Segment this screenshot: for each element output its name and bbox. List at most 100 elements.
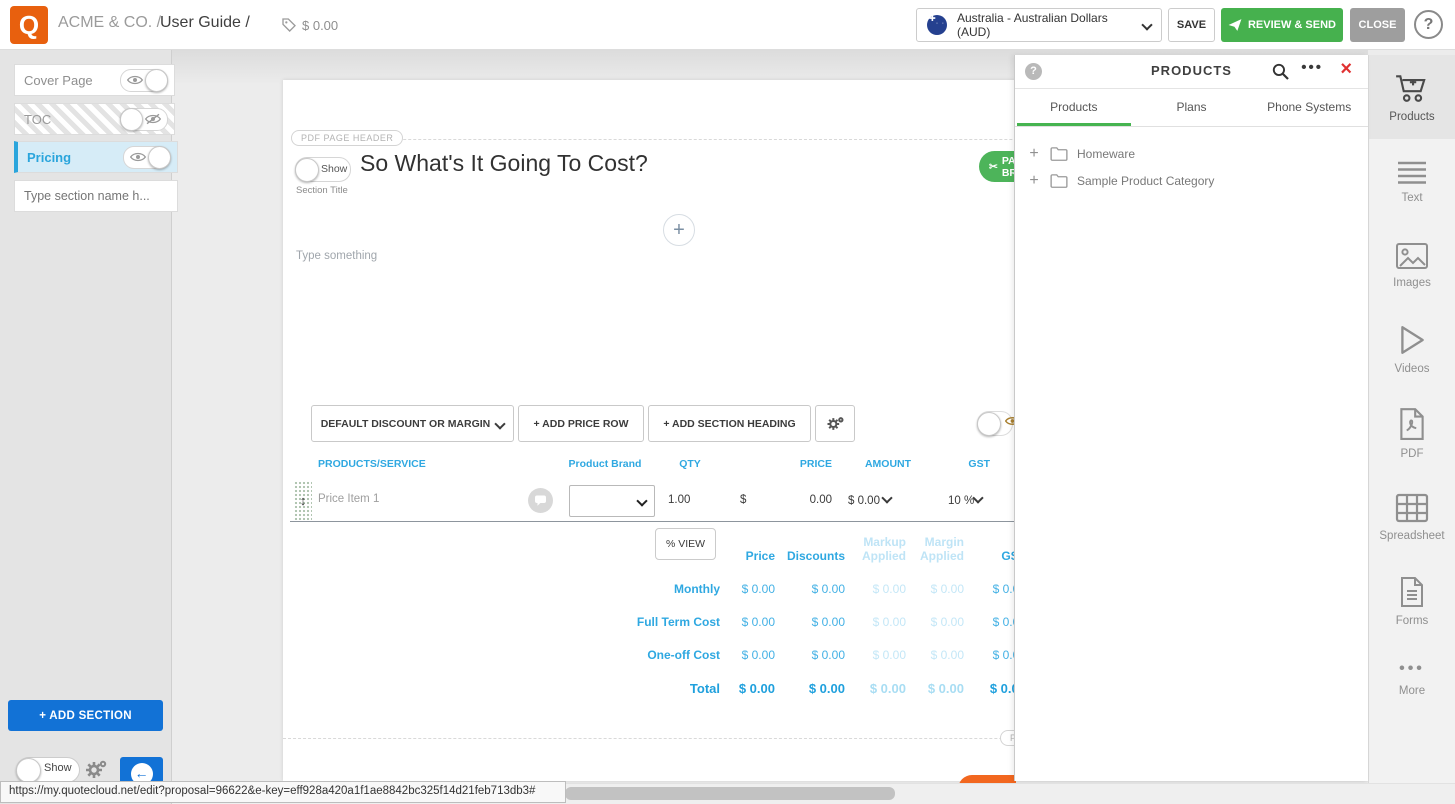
price-item-name[interactable]: Price Item 1 [318, 493, 379, 505]
toolbar-item-more[interactable]: ••• More [1369, 643, 1455, 713]
eye-icon [127, 74, 143, 86]
save-button[interactable]: SAVE [1168, 8, 1215, 42]
amount-text: $ 0.00 [848, 495, 880, 507]
sidebar-item-pricing[interactable]: Pricing [14, 141, 178, 173]
dropdown-label: DEFAULT DISCOUNT OR MARGIN [321, 418, 491, 430]
show-toggle-label: Show [321, 163, 347, 175]
sidebar-show-toggle[interactable]: Show [16, 757, 80, 783]
toolbar-item-videos[interactable]: Videos [1369, 307, 1455, 391]
column-header-gst: GST [950, 458, 990, 470]
visibility-toggle-off[interactable] [120, 108, 168, 131]
category-row-homeware[interactable]: + Homeware [1015, 140, 1368, 167]
add-content-block-button[interactable]: + [663, 214, 695, 246]
currency-symbol: $ [740, 494, 746, 506]
summary-value: $ 0.00 [720, 648, 775, 662]
add-section-heading-button[interactable]: + ADD SECTION HEADING [648, 405, 811, 442]
text-body-placeholder[interactable]: Type something [296, 250, 377, 262]
toolbar-item-forms[interactable]: Forms [1369, 559, 1455, 643]
toolbar-item-spreadsheet[interactable]: Spreadsheet [1369, 475, 1455, 559]
summary-col-discounts: Discounts [775, 549, 845, 563]
toolbar-item-products[interactable]: Products [1369, 55, 1455, 139]
toolbar-item-label: More [1399, 685, 1425, 697]
expand-plus-icon[interactable]: + [1027, 145, 1041, 163]
price-value[interactable]: 0.00 [772, 494, 832, 506]
qty-value[interactable]: 1.00 [668, 494, 690, 506]
search-icon[interactable] [1271, 62, 1290, 81]
toggle-knob [120, 108, 143, 131]
summary-row-one-off: One-off Cost $ 0.00 $ 0.00 $ 0.00 $ 0.00… [630, 638, 1026, 671]
section-title-show-toggle[interactable]: Show [295, 157, 351, 182]
category-label: Homeware [1077, 147, 1135, 161]
pdf-page-header-label: PDF PAGE HEADER [291, 130, 403, 146]
help-button[interactable]: ? [1414, 10, 1443, 39]
visibility-toggle-on[interactable] [123, 146, 171, 169]
summary-value: $ 0.00 [845, 681, 906, 696]
products-panel-tabs: Products Plans Phone Systems [1015, 89, 1368, 127]
proposal-total: $ 0.00 [281, 17, 338, 33]
column-header-price: PRICE [772, 458, 832, 470]
default-discount-margin-dropdown[interactable]: DEFAULT DISCOUNT OR MARGIN [311, 405, 514, 442]
summary-value: $ 0.00 [845, 582, 906, 596]
pdf-file-icon [1397, 407, 1427, 441]
panel-close-icon[interactable]: × [1340, 58, 1352, 81]
section-title[interactable]: So What's It Going To Cost? [360, 150, 648, 177]
column-header-products-service: PRODUCTS/SERVICE [318, 458, 426, 470]
add-section-button[interactable]: + ADD SECTION [8, 700, 163, 731]
quotecloud-logo[interactable]: Q [10, 6, 48, 44]
scrollbar-thumb[interactable] [565, 787, 895, 800]
breadcrumb-document: User Guide / [160, 14, 250, 32]
active-tab-underline [1017, 123, 1131, 126]
folder-icon [1050, 173, 1068, 188]
expand-plus-icon[interactable]: + [1027, 172, 1041, 190]
category-row-sample-product-category[interactable]: + Sample Product Category [1015, 167, 1368, 194]
toggle-knob [145, 69, 168, 92]
tab-products[interactable]: Products [1015, 89, 1133, 126]
row-drag-handle[interactable]: ↕ [294, 481, 312, 520]
eye-icon [130, 151, 146, 163]
tab-phone-systems[interactable]: Phone Systems [1250, 89, 1368, 126]
price-table-settings-button[interactable] [815, 405, 855, 442]
toolbar-item-images[interactable]: Images [1369, 223, 1455, 307]
summary-row-full-term: Full Term Cost $ 0.00 $ 0.00 $ 0.00 $ 0.… [630, 605, 1026, 638]
toggle-knob [295, 158, 319, 182]
review-send-label: REVIEW & SEND [1248, 19, 1336, 31]
sidebar-item-toc[interactable]: TOC [14, 103, 175, 135]
content-blocks-toolbar: Products Text Images Videos PDF Spreadsh… [1368, 55, 1455, 804]
toggle-knob [16, 758, 41, 783]
review-send-button[interactable]: REVIEW & SEND [1221, 8, 1343, 42]
summary-row-monthly: Monthly $ 0.00 $ 0.00 $ 0.00 $ 0.00 $ 0.… [630, 572, 1026, 605]
sidebar-item-cover-page[interactable]: Cover Page [14, 64, 175, 96]
comment-bubble-icon[interactable] [528, 488, 553, 513]
add-price-row-button[interactable]: + ADD PRICE ROW [518, 405, 644, 442]
visibility-toggle-on[interactable] [120, 69, 168, 92]
toolbar-item-text[interactable]: Text [1369, 139, 1455, 223]
new-section-name-input[interactable] [14, 180, 178, 212]
gst-value[interactable]: 10 % [948, 494, 982, 507]
toggle-knob [148, 146, 171, 169]
chevron-down-icon [495, 418, 506, 429]
panel-more-options-icon[interactable]: ••• [1301, 59, 1323, 76]
cart-plus-icon [1394, 72, 1430, 104]
product-brand-select[interactable] [569, 485, 655, 517]
summary-header-row: Price Discounts Markup Applied Margin Ap… [630, 525, 1026, 566]
show-toggle-label: Show [44, 762, 72, 774]
tab-plans[interactable]: Plans [1133, 89, 1251, 126]
close-button[interactable]: CLOSE [1350, 8, 1405, 42]
currency-selector-value: Australia - Australian Dollars (AUD) [957, 11, 1133, 39]
summary-row-total: Total $ 0.00 $ 0.00 $ 0.00 $ 0.00 $ 0.00 [630, 672, 1026, 705]
paper-plane-icon [1228, 18, 1242, 32]
amount-value[interactable]: $ 0.00 [848, 494, 891, 507]
toolbar-item-pdf[interactable]: PDF [1369, 391, 1455, 475]
category-label: Sample Product Category [1077, 174, 1214, 188]
gear-icon [83, 758, 107, 782]
summary-value: $ 0.00 [845, 615, 906, 629]
chevron-down-icon [1141, 19, 1152, 30]
summary-value: $ 0.00 [775, 681, 845, 696]
summary-row-label: Total [630, 681, 720, 696]
chevron-down-icon [636, 495, 647, 506]
toolbar-item-label: Forms [1396, 615, 1429, 627]
products-panel: ? PRODUCTS ••• × Products Plans Phone Sy… [1014, 55, 1368, 781]
image-icon [1395, 242, 1429, 270]
summary-value: $ 0.00 [906, 615, 964, 629]
currency-selector[interactable]: Australia - Australian Dollars (AUD) [916, 8, 1162, 42]
